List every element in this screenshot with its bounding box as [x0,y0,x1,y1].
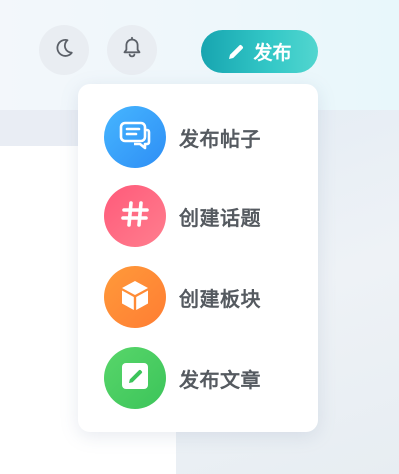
menu-item-publish-article[interactable]: 发布文章 [104,346,304,410]
publish-button[interactable]: 发布 [201,30,318,73]
dark-mode-toggle-button[interactable] [39,25,89,75]
menu-item-icon-circle [104,266,166,328]
edit-note-icon [119,360,151,396]
moon-icon [52,36,76,64]
menu-item-create-board[interactable]: 创建板块 [104,265,304,329]
menu-item-publish-post[interactable]: 发布帖子 [104,105,304,169]
publish-dropdown-menu: 发布帖子 创建话题 创建板块 发布文章 [78,84,318,432]
menu-item-label: 发布帖子 [179,126,261,151]
menu-item-icon-circle [104,106,166,168]
chat-bubble-icon [118,118,152,156]
publish-label: 发布 [253,42,292,64]
pencil-icon [227,43,245,61]
menu-item-label: 创建话题 [179,205,261,230]
bell-icon [120,36,144,64]
menu-item-label: 发布文章 [179,367,261,392]
menu-item-icon-circle [104,185,166,247]
menu-item-icon-circle [104,347,166,409]
hashtag-icon [120,199,150,233]
menu-item-label: 创建板块 [179,286,261,311]
notifications-button[interactable] [107,25,157,75]
cube-icon [118,278,152,316]
menu-item-create-topic[interactable]: 创建话题 [104,184,304,248]
